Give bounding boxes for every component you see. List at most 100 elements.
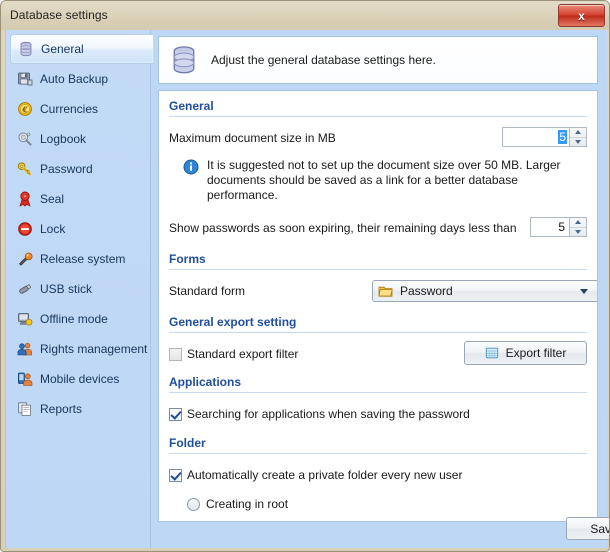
info-icon xyxy=(183,159,199,175)
save-button-label: Save xyxy=(590,521,609,536)
export-filter-button[interactable]: Export filter xyxy=(464,341,587,365)
row-search-applications: Searching for applications when saving t… xyxy=(169,402,587,426)
sidebar-item-mobile-devices[interactable]: Mobile devices xyxy=(10,364,146,394)
sidebar-item-password[interactable]: Password xyxy=(10,154,146,184)
sidebar-item-general[interactable]: General xyxy=(10,34,153,64)
sidebar-item-release-system[interactable]: Release system xyxy=(10,244,146,274)
title-bar: Database settings x xyxy=(1,1,609,30)
info-note-text: It is suggested not to set up the docume… xyxy=(207,158,561,202)
sidebar-label: Rights management xyxy=(40,342,148,356)
sidebar-item-logbook[interactable]: Logbook xyxy=(10,124,146,154)
mobile-device-icon xyxy=(16,370,34,388)
database-icon xyxy=(167,43,201,77)
row-standard-export-filter: Standard export filter Export filter xyxy=(169,341,587,367)
header-banner: Adjust the general database settings her… xyxy=(158,36,598,84)
divider xyxy=(169,453,587,454)
reports-pages-icon xyxy=(16,400,34,418)
group-title-export: General export setting xyxy=(169,315,297,329)
divider xyxy=(169,116,587,117)
spin-up-button[interactable] xyxy=(570,218,586,228)
search-applications-checkbox[interactable] xyxy=(169,407,182,421)
max-doc-size-input[interactable]: 5 xyxy=(502,127,570,147)
standard-form-value: Password xyxy=(400,284,453,298)
sidebar: General Auto Backup € Currencies Logbook… xyxy=(6,30,153,548)
spin-down-button[interactable] xyxy=(570,138,586,147)
max-doc-size-label: Maximum document size in MB xyxy=(169,131,336,145)
sidebar-label: Offline mode xyxy=(40,312,108,326)
sidebar-item-offline-mode[interactable]: Offline mode xyxy=(10,304,146,334)
sidebar-label: Reports xyxy=(40,402,83,416)
spin-up-button[interactable] xyxy=(570,128,586,138)
sidebar-label: Currencies xyxy=(40,102,99,116)
save-disk-icon xyxy=(16,70,34,88)
sidebar-label: Password xyxy=(40,162,93,176)
seal-icon xyxy=(16,190,34,208)
sidebar-item-rights-management[interactable]: Rights management xyxy=(10,334,148,364)
expiring-days-spin-buttons[interactable] xyxy=(570,217,587,237)
standard-export-filter-checkbox[interactable] xyxy=(169,347,182,361)
database-icon xyxy=(17,40,35,58)
max-doc-size-value: 5 xyxy=(558,130,567,144)
max-doc-size-spin-buttons[interactable] xyxy=(570,127,587,147)
filter-grid-icon xyxy=(485,346,499,360)
row-standard-form: Standard form Password xyxy=(169,279,597,303)
svg-text:€: € xyxy=(21,105,28,114)
auto-create-folder-checkbox[interactable] xyxy=(169,468,182,482)
right-pane: Adjust the general database settings her… xyxy=(152,30,609,548)
settings-panel: General Maximum document size in MB 5 It… xyxy=(158,90,598,522)
chevron-up-icon xyxy=(575,130,581,135)
window-title: Database settings xyxy=(10,8,108,22)
usb-stick-icon xyxy=(16,280,34,298)
header-description: Adjust the general database settings her… xyxy=(211,53,436,67)
sidebar-item-lock[interactable]: Lock xyxy=(10,214,146,244)
folder-icon xyxy=(378,283,394,299)
sidebar-item-currencies[interactable]: € Currencies xyxy=(10,94,146,124)
chevron-up-icon xyxy=(575,220,581,225)
divider xyxy=(169,332,587,333)
sidebar-label: Mobile devices xyxy=(40,372,120,386)
sidebar-label: General xyxy=(41,42,84,56)
auto-create-folder-label: Automatically create a private folder ev… xyxy=(187,468,463,482)
key-icon xyxy=(16,160,34,178)
row-auto-create-folder: Automatically create a private folder ev… xyxy=(169,463,587,487)
divider xyxy=(169,269,587,270)
info-note: It is suggested not to set up the docume… xyxy=(183,158,587,203)
sidebar-item-reports[interactable]: Reports xyxy=(10,394,146,424)
spin-down-button[interactable] xyxy=(570,228,586,237)
sidebar-label: Auto Backup xyxy=(40,72,109,86)
sidebar-label: Logbook xyxy=(40,132,87,146)
group-title-forms: Forms xyxy=(169,252,206,266)
save-button[interactable]: Save xyxy=(566,517,609,540)
logbook-icon xyxy=(16,130,34,148)
sidebar-label: Lock xyxy=(40,222,66,236)
close-icon: x xyxy=(578,8,585,23)
release-system-icon xyxy=(16,250,34,268)
sidebar-item-auto-backup[interactable]: Auto Backup xyxy=(10,64,146,94)
button-bar: Save Cancel xyxy=(152,508,609,548)
standard-export-filter-label: Standard export filter xyxy=(187,347,299,361)
group-title-applications: Applications xyxy=(169,375,242,389)
expiring-days-value: 5 xyxy=(558,220,565,234)
sidebar-label: USB stick xyxy=(40,282,93,296)
close-button[interactable]: x xyxy=(558,4,605,27)
expiring-days-stepper[interactable]: 5 xyxy=(530,217,587,237)
export-filter-button-label: Export filter xyxy=(505,346,567,360)
chevron-down-icon xyxy=(575,229,581,234)
sidebar-item-seal[interactable]: Seal xyxy=(10,184,146,214)
chevron-down-icon xyxy=(575,139,581,144)
max-doc-size-stepper[interactable]: 5 xyxy=(502,127,587,147)
rights-users-icon xyxy=(16,340,34,358)
standard-form-label: Standard form xyxy=(169,284,246,298)
dialog-window: Database settings x General Auto Backup … xyxy=(0,0,610,552)
sidebar-item-usb-stick[interactable]: USB stick xyxy=(10,274,146,304)
sidebar-label: Seal xyxy=(40,192,65,206)
group-title-folder: Folder xyxy=(169,436,206,450)
lock-forbidden-icon xyxy=(16,220,34,238)
row-max-doc-size: Maximum document size in MB 5 xyxy=(169,126,587,150)
expiring-days-input[interactable]: 5 xyxy=(530,217,570,237)
divider xyxy=(169,392,587,393)
expiring-days-label: Show passwords as soon expiring, their r… xyxy=(169,221,517,235)
euro-coin-icon: € xyxy=(16,100,34,118)
standard-form-select[interactable]: Password xyxy=(372,280,597,302)
search-applications-label: Searching for applications when saving t… xyxy=(187,407,470,421)
